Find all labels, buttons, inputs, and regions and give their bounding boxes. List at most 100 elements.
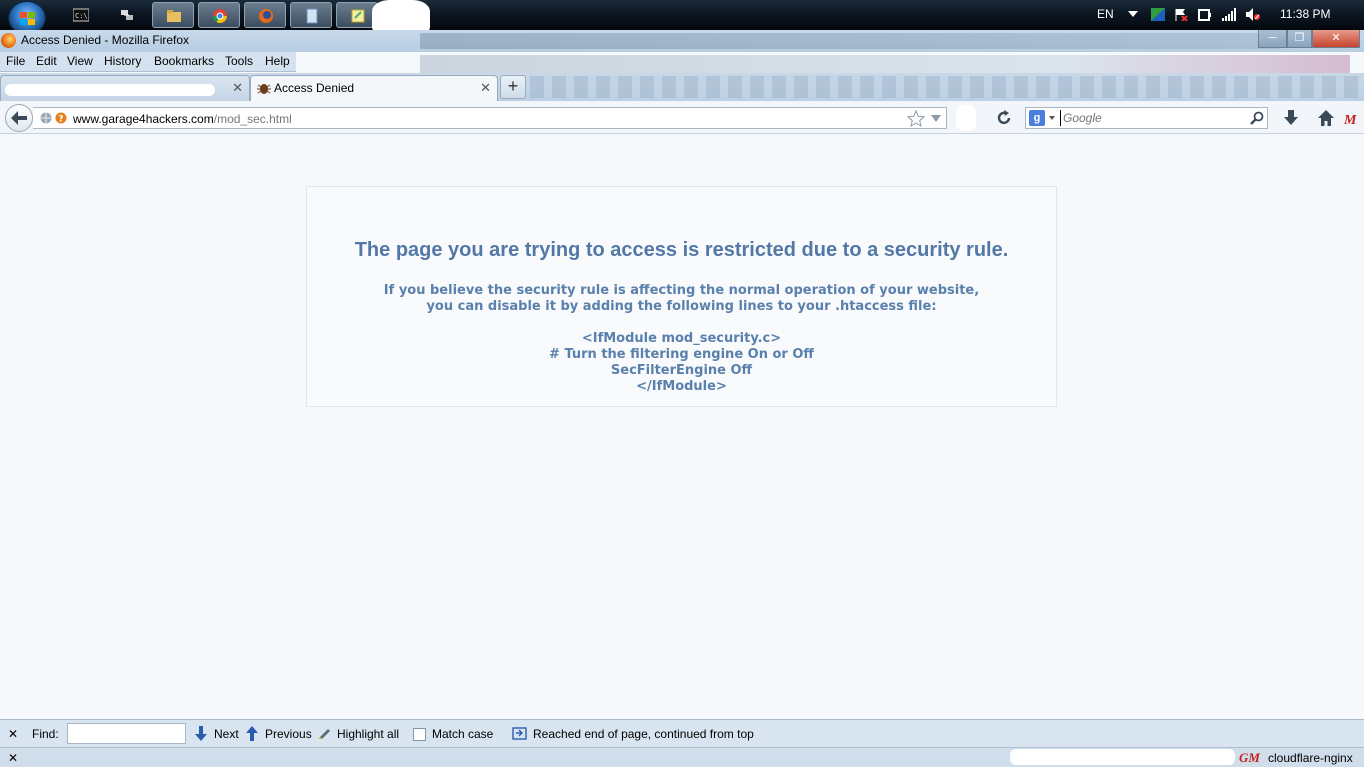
reload-icon[interactable]: [995, 109, 1013, 127]
volume-muted-icon[interactable]: [1246, 8, 1260, 21]
downloads-icon[interactable]: [1282, 109, 1300, 127]
taskbar-chrome-button[interactable]: [198, 2, 240, 28]
url-domain: www.garage4hackers.com: [73, 112, 214, 126]
new-tab-button[interactable]: +: [500, 75, 526, 99]
device-icon[interactable]: [1198, 8, 1212, 21]
globe-icon[interactable]: [40, 112, 52, 124]
find-label: Find:: [32, 727, 59, 741]
status-bar: ✕ GM cloudflare-nginx: [0, 747, 1364, 767]
find-status-message: Reached end of page, continued from top: [533, 727, 754, 741]
menu-help[interactable]: Help: [265, 54, 290, 68]
page-content: The page you are trying to access is res…: [0, 135, 1364, 718]
message-line: you can disable it by adding the followi…: [426, 299, 937, 314]
arrow-down-icon[interactable]: [195, 726, 207, 741]
tab-redacted[interactable]: ✕: [0, 75, 250, 101]
gmail-manager-status-icon[interactable]: GM: [1239, 750, 1260, 766]
search-icon[interactable]: [1250, 111, 1264, 125]
taskbar-network-tool-button[interactable]: [106, 2, 148, 28]
tray-expand-icon[interactable]: [1128, 10, 1138, 18]
close-window-button[interactable]: ✕: [1312, 30, 1360, 48]
server-status-text: cloudflare-nginx: [1268, 751, 1353, 765]
code-line: SecFilterEngine Off: [610, 363, 753, 378]
redacted-area: [1010, 749, 1235, 765]
tab-access-denied[interactable]: Access Denied ✕: [250, 75, 498, 101]
arrow-left-icon: [11, 111, 27, 125]
match-case-label[interactable]: Match case: [432, 727, 493, 741]
highlight-all-button[interactable]: Highlight all: [337, 727, 399, 741]
plus-icon: +: [507, 76, 519, 96]
code-line: </IfModule>: [636, 379, 727, 394]
menu-history[interactable]: History: [104, 54, 141, 68]
close-status-icon[interactable]: ✕: [8, 751, 18, 765]
message-line: If you believe the security rule is affe…: [383, 283, 980, 298]
background-window-ghost: [420, 55, 1350, 73]
find-next-button[interactable]: Next: [214, 727, 239, 741]
sticky-notes-icon: [351, 9, 365, 23]
menu-bookmarks[interactable]: Bookmarks: [154, 54, 214, 68]
match-case-checkbox[interactable]: [413, 728, 426, 741]
svg-text:C:\: C:\: [75, 12, 88, 20]
bookmark-star-icon[interactable]: [907, 110, 925, 127]
system-clock[interactable]: 11:38 PM: [1280, 0, 1330, 30]
search-input[interactable]: [1060, 110, 1250, 126]
highlighter-icon[interactable]: [317, 726, 331, 740]
code-line: # Turn the filtering engine On or Off: [549, 347, 814, 362]
firefox-icon[interactable]: [1, 33, 16, 48]
menu-view[interactable]: View: [67, 54, 93, 68]
svg-text:?: ?: [58, 115, 63, 124]
maximize-button[interactable]: ❐: [1287, 30, 1312, 48]
back-button[interactable]: [5, 104, 33, 132]
code-line: <IfModule mod_security.c>: [581, 331, 782, 346]
close-find-bar-icon[interactable]: ✕: [8, 727, 18, 741]
windows-logo-icon: [20, 12, 35, 25]
svg-text:M: M: [1344, 113, 1357, 127]
engine-dropdown-icon[interactable]: [1049, 116, 1055, 120]
taskbar-notepad-button[interactable]: [290, 2, 332, 28]
taskbar-firefox-button[interactable]: [244, 2, 286, 28]
firefox-icon: [259, 9, 273, 23]
bug-favicon-icon: [257, 84, 271, 94]
wrapped-search-icon: [512, 727, 527, 740]
window-title-bar[interactable]: Access Denied - Mozilla Firefox ─ ❐ ✕: [0, 30, 1364, 52]
restore-icon: ❐: [1294, 32, 1305, 44]
url-dropdown-icon[interactable]: [931, 115, 941, 122]
background-window-ghost: [530, 76, 1360, 98]
redacted-area: [956, 105, 976, 131]
tab-close-icon[interactable]: ✕: [232, 80, 243, 96]
cmd-icon: C:\: [73, 8, 89, 22]
gmail-manager-icon[interactable]: M: [1344, 109, 1362, 127]
language-indicator[interactable]: EN: [1097, 0, 1114, 30]
action-center-flag-icon[interactable]: [1174, 8, 1188, 21]
navigation-toolbar: ? www.garage4hackers.com/mod_sec.html g …: [0, 101, 1364, 134]
menu-file[interactable]: File: [6, 54, 25, 68]
url-text[interactable]: www.garage4hackers.com/mod_sec.html: [73, 112, 292, 126]
background-window-ghost: [420, 33, 1280, 49]
access-denied-message-box: The page you are trying to access is res…: [306, 186, 1057, 407]
find-input[interactable]: [67, 723, 186, 744]
minimize-button[interactable]: ─: [1258, 30, 1287, 48]
menu-tools[interactable]: Tools: [225, 54, 253, 68]
chrome-icon: [213, 9, 227, 23]
search-bar[interactable]: g: [1025, 107, 1268, 129]
menu-bar: File Edit View History Bookmarks Tools H…: [0, 52, 296, 72]
arrow-up-icon[interactable]: [246, 726, 258, 741]
info-warning-icon[interactable]: ?: [55, 112, 67, 124]
find-bar: ✕ Find: Next Previous Highlight all Matc…: [0, 719, 1364, 747]
home-icon[interactable]: [1317, 109, 1335, 127]
signal-strength-icon[interactable]: [1222, 8, 1236, 21]
close-icon: ✕: [1331, 32, 1341, 44]
network-status-icon[interactable]: [1151, 8, 1165, 21]
notepad-icon: [306, 8, 318, 24]
tab-label: Access Denied: [274, 81, 355, 95]
page-heading: The page you are trying to access is res…: [354, 239, 1009, 261]
tab-close-icon[interactable]: ✕: [480, 80, 491, 96]
network-tool-icon: [121, 10, 133, 20]
taskbar-cmd-button[interactable]: C:\: [60, 2, 102, 28]
redacted-area: [5, 84, 215, 96]
taskbar-explorer-button[interactable]: [152, 2, 194, 28]
find-previous-button[interactable]: Previous: [265, 727, 312, 741]
google-search-engine-icon[interactable]: g: [1029, 110, 1045, 126]
menu-edit[interactable]: Edit: [36, 54, 57, 68]
window-title: Access Denied - Mozilla Firefox: [21, 33, 190, 47]
url-bar[interactable]: ? www.garage4hackers.com/mod_sec.html: [33, 107, 947, 129]
